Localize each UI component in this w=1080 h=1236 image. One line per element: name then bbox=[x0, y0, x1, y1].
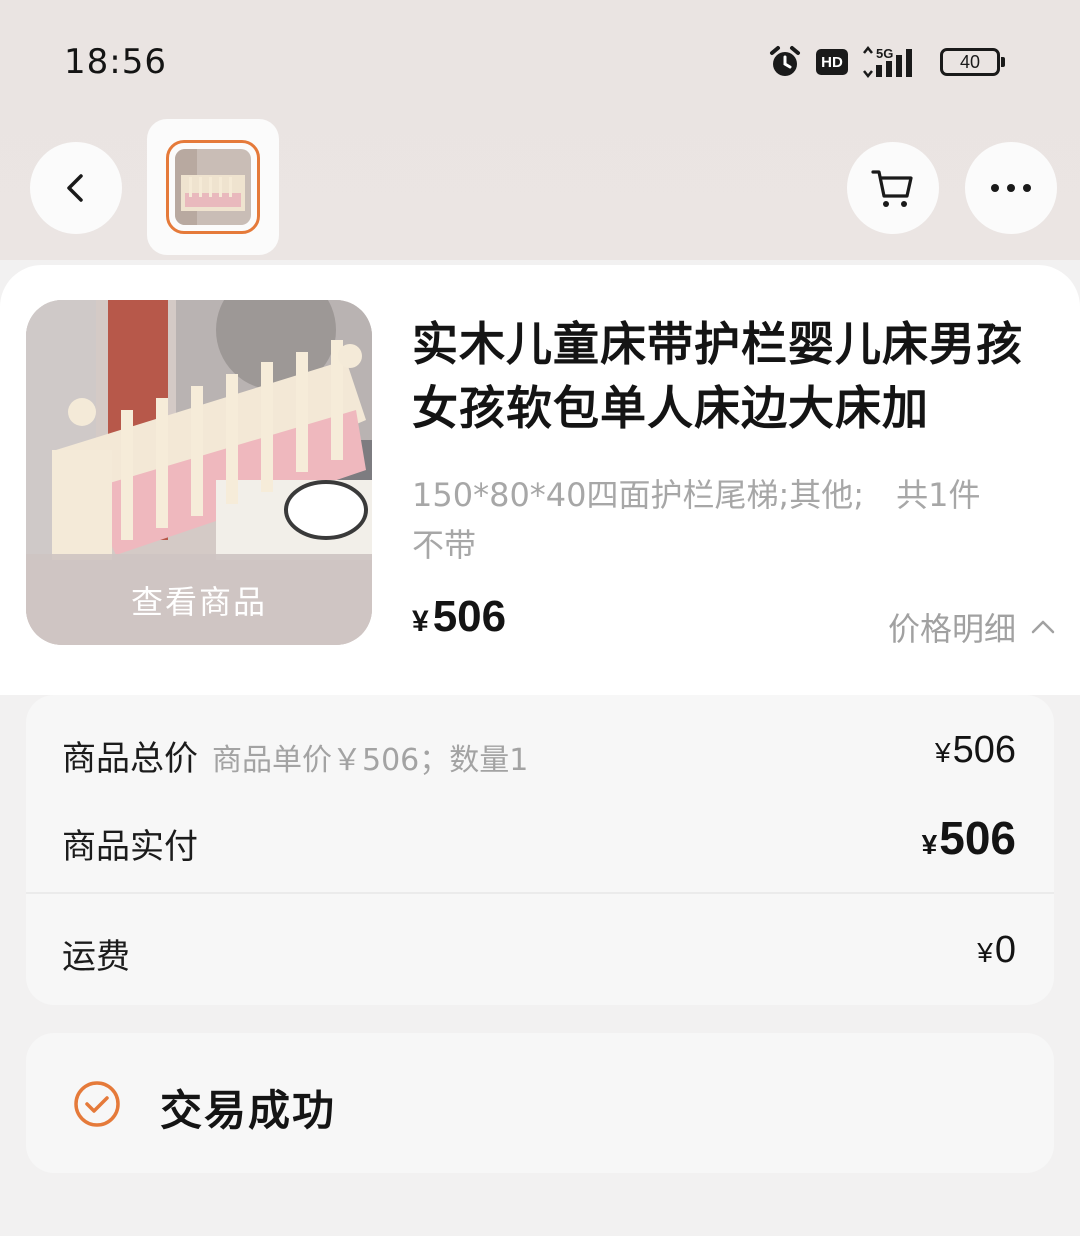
product-title: 实木儿童床带护栏婴儿床男孩女孩软包单人床边大床加 bbox=[412, 317, 1023, 435]
signal-5g-icon: 5G bbox=[863, 45, 912, 79]
hd-badge: HD bbox=[816, 49, 848, 75]
price-breakdown-card: 商品总价 商品单价￥506；数量1 ¥506 商品实付 ¥506 运费 ¥0 bbox=[26, 695, 1054, 1005]
product-thumbnail-button[interactable] bbox=[147, 119, 279, 255]
order-status-text: 交易成功 bbox=[160, 1086, 337, 1135]
total-price-sub: 商品单价￥506；数量1 bbox=[212, 743, 529, 778]
battery-indicator: 40 bbox=[940, 48, 1005, 76]
product-spec-line1: 150*80*40四面护栏尾梯;其他; 共1件 bbox=[412, 476, 981, 514]
chevron-up-icon bbox=[1031, 620, 1055, 634]
alarm-icon bbox=[770, 46, 800, 76]
breakdown-divider bbox=[26, 892, 1054, 894]
cart-button[interactable] bbox=[847, 142, 939, 234]
currency-symbol: ¥ bbox=[412, 605, 429, 638]
check-circle-icon bbox=[74, 1081, 120, 1127]
price-detail-label: 价格明细 bbox=[887, 610, 1016, 648]
more-button[interactable] bbox=[965, 142, 1057, 234]
view-product-label[interactable]: 查看商品 bbox=[26, 554, 372, 645]
order-status-card: 交易成功 bbox=[26, 1033, 1054, 1173]
chevron-left-icon bbox=[67, 174, 83, 202]
product-spec: 150*80*40四面护栏尾梯;其他; 共1件 不带 bbox=[412, 470, 1052, 570]
total-price-row: 商品总价 商品单价￥506；数量1 bbox=[62, 731, 528, 780]
total-price-label: 商品总价 bbox=[62, 739, 198, 779]
product-image[interactable]: 查看商品 bbox=[26, 300, 372, 645]
paid-price-value: ¥506 bbox=[921, 812, 1016, 864]
product-thumbnail-image bbox=[175, 149, 251, 225]
shipping-value: ¥0 bbox=[977, 929, 1016, 971]
shipping-label: 运费 bbox=[62, 937, 130, 977]
product-spec-line2: 不带 bbox=[412, 526, 477, 564]
product-price: ¥506 bbox=[412, 592, 506, 642]
total-price-value: ¥506 bbox=[935, 729, 1016, 771]
paid-price-label: 商品实付 bbox=[62, 827, 198, 867]
status-icons: HD 5G 40 bbox=[768, 42, 1005, 82]
price-detail-toggle[interactable]: 价格明细 bbox=[888, 604, 1056, 650]
product-thumbnail-frame bbox=[166, 140, 260, 234]
shopping-cart-icon bbox=[871, 170, 913, 207]
price-value: 506 bbox=[432, 592, 507, 641]
back-button[interactable] bbox=[30, 142, 122, 234]
status-time: 18:56 bbox=[64, 42, 167, 82]
more-dots-icon bbox=[991, 184, 1031, 192]
svg-text:5G: 5G bbox=[876, 46, 893, 61]
